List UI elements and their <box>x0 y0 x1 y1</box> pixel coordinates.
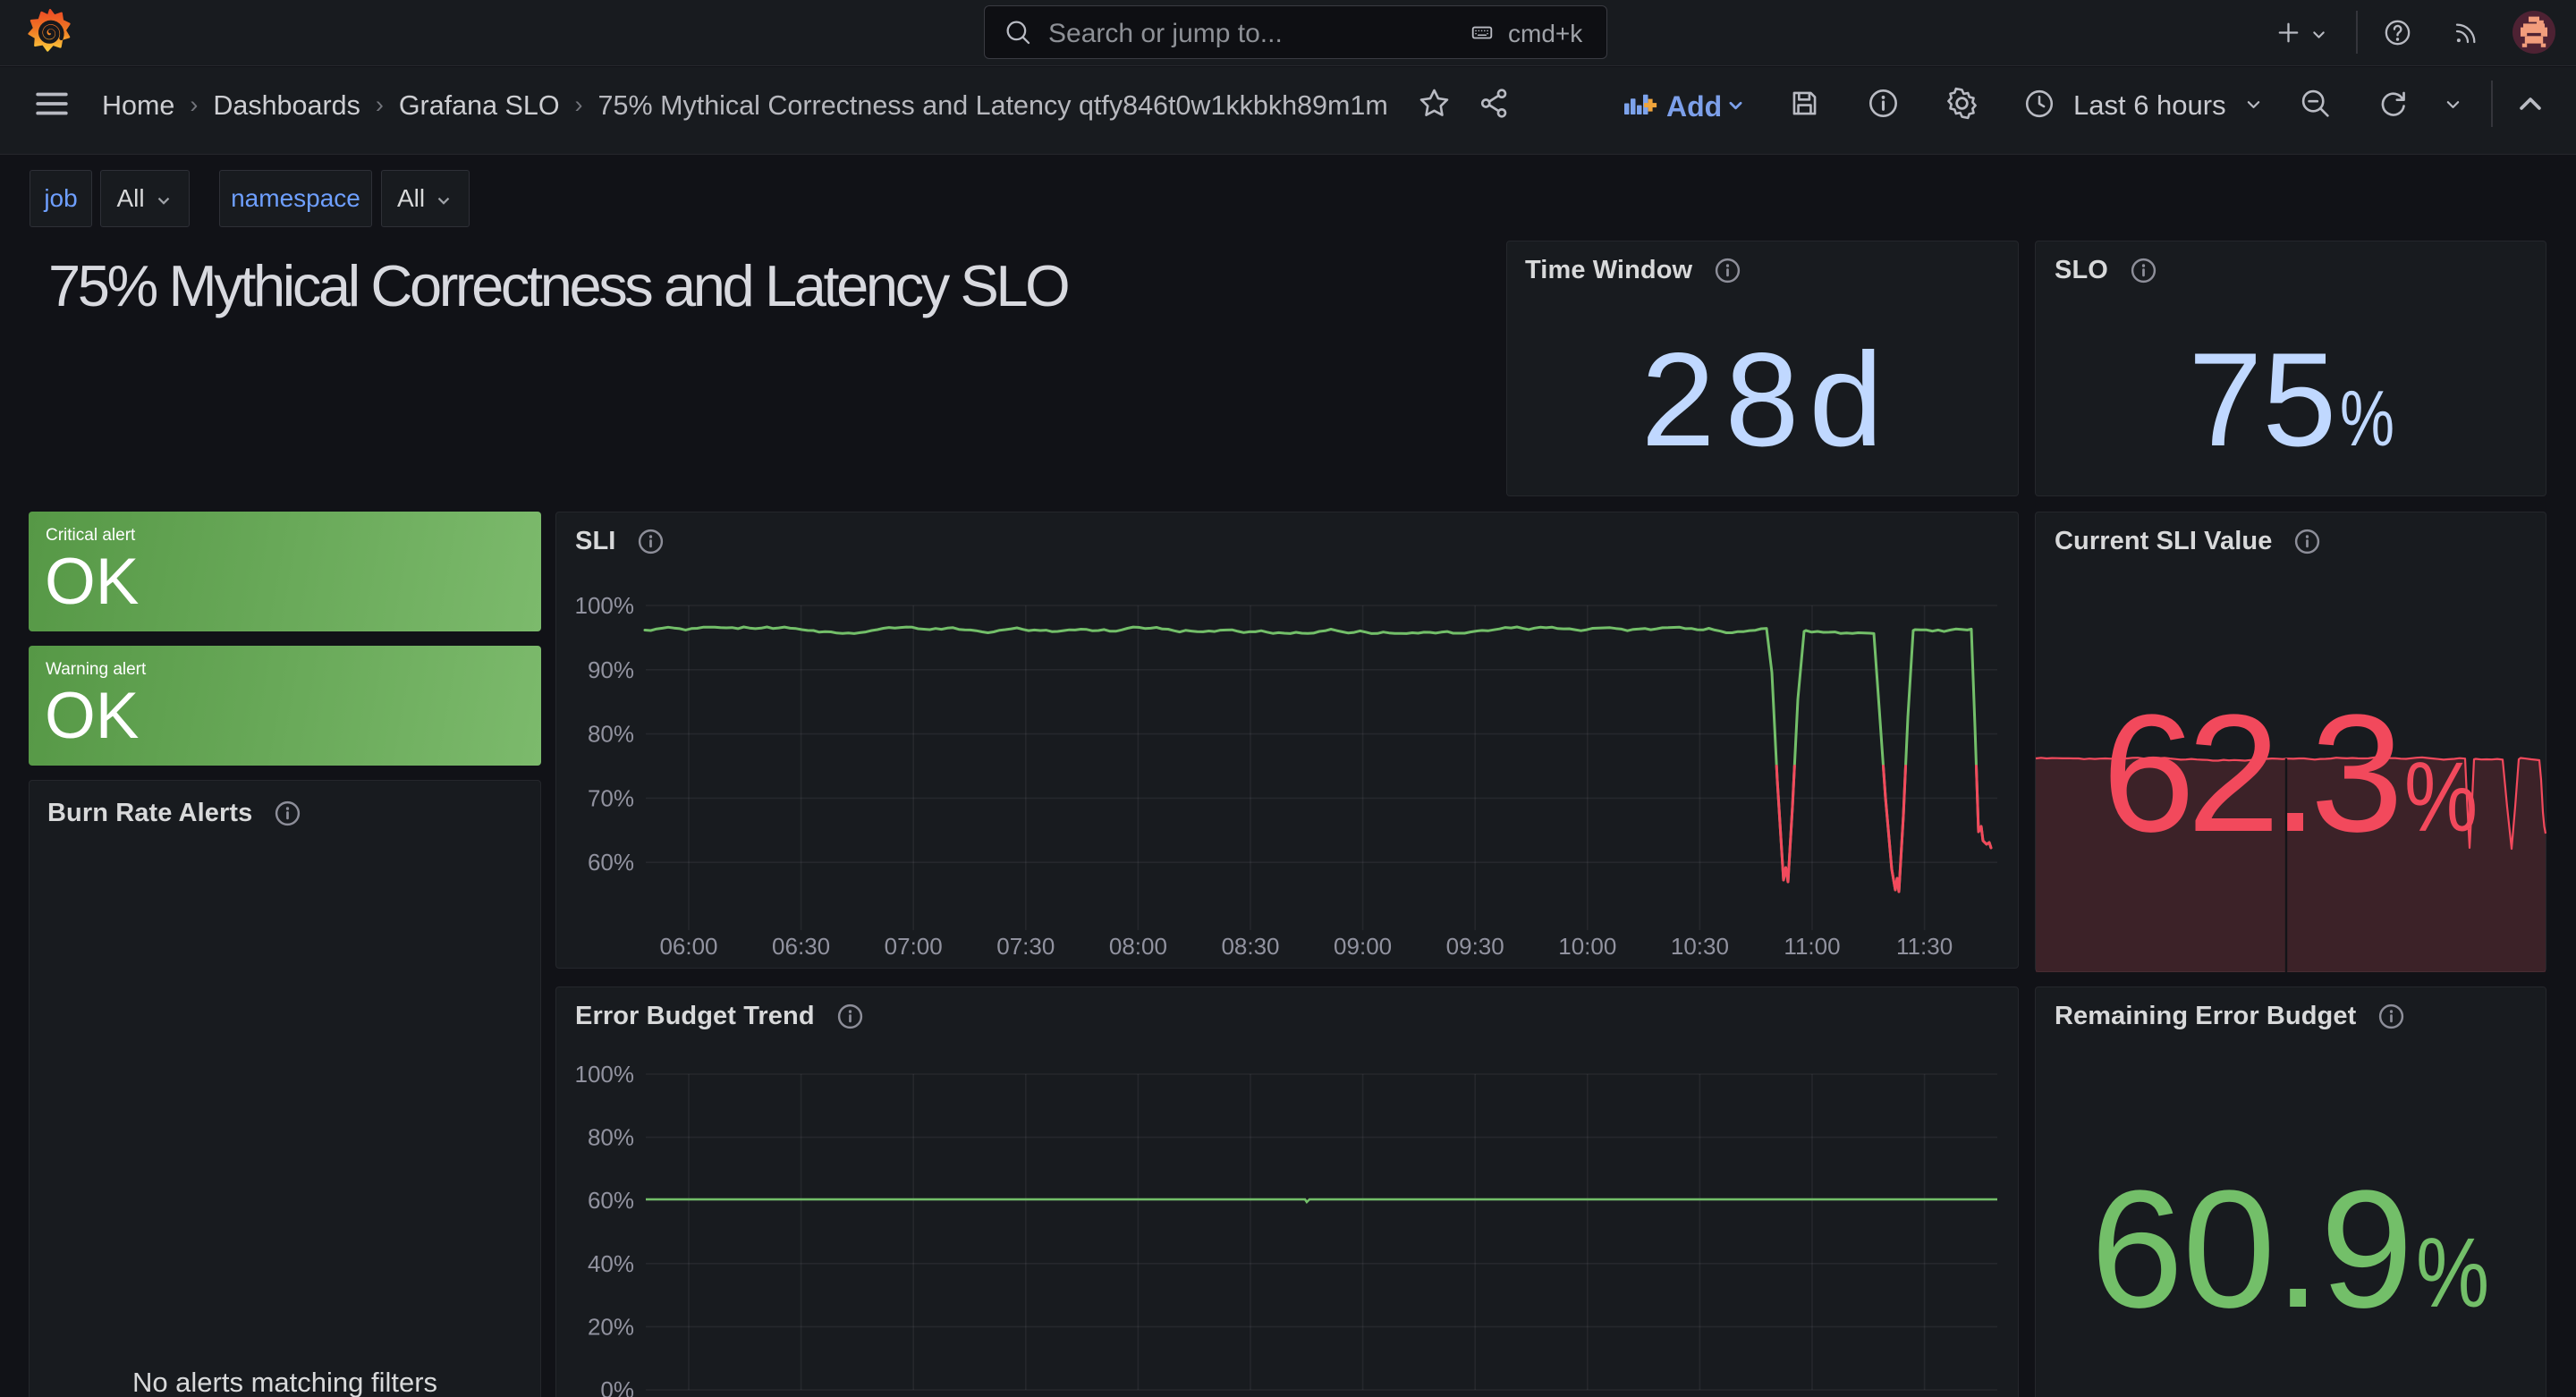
svg-text:07:30: 07:30 <box>996 933 1055 960</box>
svg-text:20%: 20% <box>588 1313 634 1340</box>
svg-text:08:30: 08:30 <box>1221 933 1279 960</box>
svg-text:0%: 0% <box>600 1376 634 1397</box>
svg-text:06:00: 06:00 <box>659 933 717 960</box>
svg-text:07:00: 07:00 <box>885 933 943 960</box>
svg-text:10:30: 10:30 <box>1671 933 1729 960</box>
svg-text:11:30: 11:30 <box>1896 933 1953 960</box>
svg-text:11:00: 11:00 <box>1784 933 1840 960</box>
svg-text:10:00: 10:00 <box>1558 933 1616 960</box>
svg-text:06:30: 06:30 <box>772 933 830 960</box>
svg-text:70%: 70% <box>588 784 634 811</box>
svg-text:90%: 90% <box>588 656 634 683</box>
svg-text:60%: 60% <box>588 1187 634 1214</box>
svg-text:08:00: 08:00 <box>1109 933 1167 960</box>
svg-text:40%: 40% <box>588 1250 634 1277</box>
svg-text:09:00: 09:00 <box>1334 933 1392 960</box>
svg-text:80%: 80% <box>588 721 634 748</box>
svg-text:80%: 80% <box>588 1124 634 1151</box>
svg-text:09:30: 09:30 <box>1446 933 1504 960</box>
svg-text:100%: 100% <box>575 592 635 619</box>
svg-text:100%: 100% <box>575 1061 635 1088</box>
svg-text:60%: 60% <box>588 849 634 876</box>
